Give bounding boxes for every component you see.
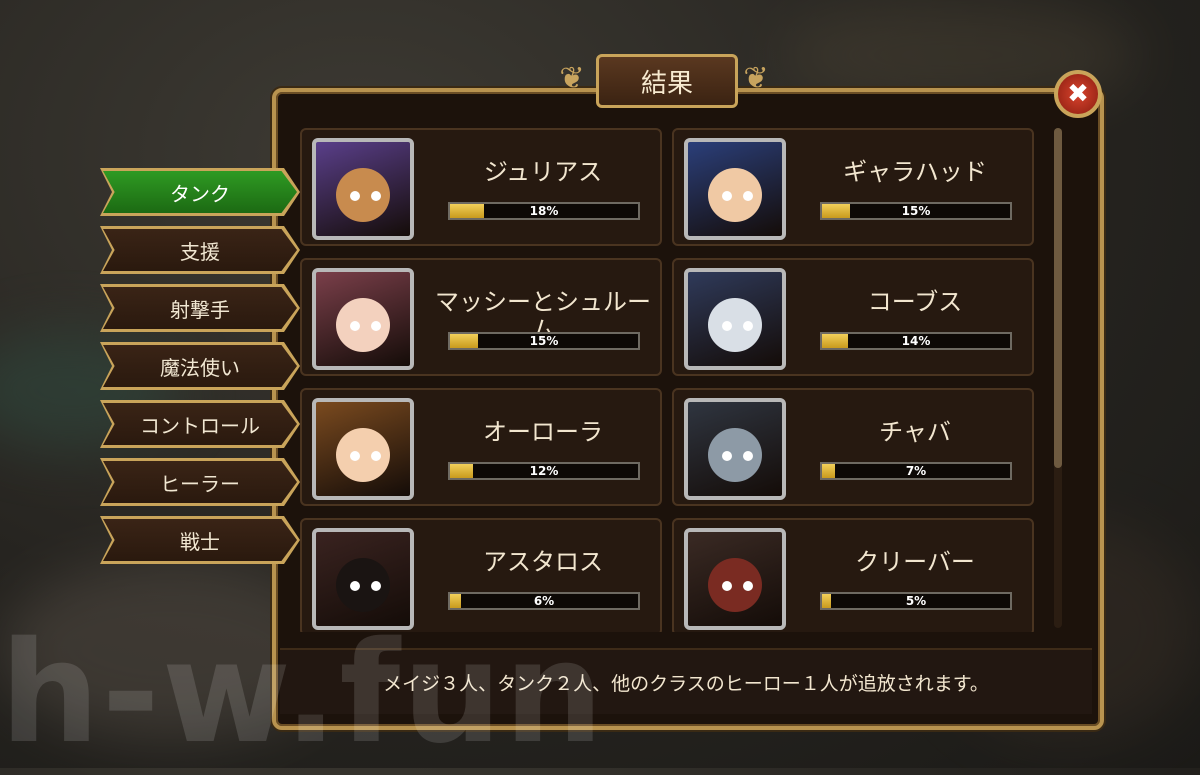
tab-4[interactable]: 魔法使い <box>100 342 300 390</box>
ban-rate-bar: 18% <box>448 202 640 220</box>
hero-eye <box>742 450 753 461</box>
ban-rate-percent: 7% <box>905 464 927 478</box>
tab-label: 魔法使い <box>103 345 297 387</box>
hero-eye <box>370 320 381 331</box>
hero-eye <box>742 320 753 331</box>
hero-card[interactable]: コーブス 14% <box>672 258 1034 376</box>
panel-title: 結果 <box>596 54 738 108</box>
hero-card[interactable]: ギャラハッド 15% <box>672 128 1034 246</box>
hero-face <box>708 557 762 612</box>
hero-name: ジュリアス <box>483 158 603 186</box>
hero-face <box>336 427 390 482</box>
scrollbar-thumb[interactable] <box>1054 128 1062 468</box>
hero-face <box>336 167 390 222</box>
hero-card[interactable]: クリーバー 5% <box>672 518 1034 632</box>
hero-eye <box>721 580 732 591</box>
tab-3[interactable]: 射撃手 <box>100 284 300 332</box>
hero-card[interactable]: マッシーとシュルーム 15% <box>300 258 662 376</box>
hero-name: コーブス <box>867 288 963 316</box>
hero-eye <box>721 450 732 461</box>
hero-name: チャバ <box>879 418 951 446</box>
hero-eye <box>349 580 360 591</box>
girl-hero-portrait <box>312 268 414 370</box>
hero-name: クリーバー <box>855 548 975 576</box>
ban-rate-percent: 14% <box>901 334 931 348</box>
ban-rate-bar: 15% <box>820 202 1012 220</box>
title-banner: ❦ 結果 ❦ <box>552 50 776 110</box>
hero-grid: ジュリアス 18% ギャラハッド 15% マッシーとシュルーム 15% コーブス 14% オーロ… <box>300 128 1048 632</box>
hero-card[interactable]: オーローラ 12% <box>300 388 662 506</box>
hero-face <box>708 297 762 352</box>
tab-label: 支援 <box>103 229 297 271</box>
hero-eye <box>721 190 732 201</box>
knight-hero-portrait <box>684 138 786 240</box>
tab-6[interactable]: ヒーラー <box>100 458 300 506</box>
ban-rate-bar: 5% <box>820 592 1012 610</box>
hero-name: ギャラハッド <box>843 158 987 186</box>
hero-eye <box>349 190 360 201</box>
tab-7[interactable]: 戦士 <box>100 516 300 564</box>
tab-label: コントロール <box>103 403 297 445</box>
ban-rate-bar: 12% <box>448 462 640 480</box>
ban-rate-percent: 15% <box>901 204 931 218</box>
hero-eye <box>370 580 381 591</box>
aurora-hero-portrait <box>312 398 414 500</box>
wing-ornament-icon: ❦ <box>743 61 769 96</box>
tab-1[interactable]: タンク <box>100 168 300 216</box>
ban-rate-percent: 18% <box>529 204 559 218</box>
hero-face <box>708 167 762 222</box>
ban-rate-percent: 12% <box>529 464 559 478</box>
hero-eye <box>742 580 753 591</box>
hero-eye <box>742 190 753 201</box>
hero-name: オーローラ <box>483 418 603 446</box>
tab-label: 射撃手 <box>103 287 297 329</box>
skeleton-hero-portrait <box>684 268 786 370</box>
ban-rate-bar: 6% <box>448 592 640 610</box>
hero-card[interactable]: ジュリアス 18% <box>300 128 662 246</box>
hero-name: アスタロス <box>483 548 603 576</box>
ban-rate-bar: 14% <box>820 332 1012 350</box>
hero-eye <box>370 450 381 461</box>
ban-rate-percent: 5% <box>905 594 927 608</box>
tab-2[interactable]: 支援 <box>100 226 300 274</box>
cat-hero-portrait <box>312 138 414 240</box>
watermark: h-w.fun <box>0 612 606 775</box>
hero-card[interactable]: チャバ 7% <box>672 388 1034 506</box>
tab-label: 戦士 <box>103 519 297 561</box>
beast-hero-portrait <box>684 398 786 500</box>
ban-rate-percent: 15% <box>529 334 559 348</box>
hero-face <box>336 297 390 352</box>
hero-eye <box>349 450 360 461</box>
ban-rate-bar: 7% <box>820 462 1012 480</box>
close-button[interactable]: ✖ <box>1054 70 1102 118</box>
hero-eye <box>349 320 360 331</box>
ban-rate-bar: 15% <box>448 332 640 350</box>
hero-face <box>336 557 390 612</box>
masked-hero-portrait <box>684 528 786 630</box>
close-icon: ✖ <box>1067 79 1089 109</box>
tab-label: ヒーラー <box>103 461 297 503</box>
scrollbar[interactable] <box>1054 128 1062 628</box>
hero-eye <box>721 320 732 331</box>
tab-label: タンク <box>103 171 297 213</box>
tab-5[interactable]: コントロール <box>100 400 300 448</box>
wing-ornament-icon: ❦ <box>559 61 585 96</box>
hero-face <box>708 427 762 482</box>
ban-rate-percent: 6% <box>533 594 555 608</box>
hero-eye <box>370 190 381 201</box>
